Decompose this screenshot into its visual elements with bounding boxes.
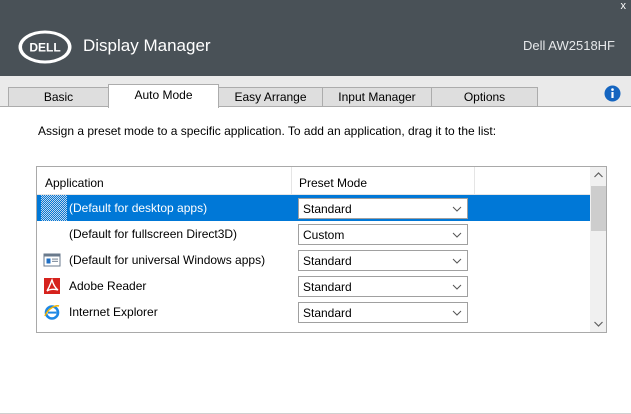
- column-header-application[interactable]: Application: [45, 176, 104, 190]
- tab-auto-mode[interactable]: Auto Mode: [108, 84, 219, 108]
- list-row-universal-windows-apps[interactable]: (Default for universal Windows apps) Sta…: [37, 247, 590, 273]
- desktop-apps-icon: [41, 195, 67, 221]
- preset-mode-dropdown[interactable]: Standard: [298, 276, 468, 297]
- list-scrollbar[interactable]: [590, 167, 607, 332]
- close-button[interactable]: x: [621, 1, 627, 12]
- chevron-down-icon: [452, 310, 462, 316]
- instructions-text: Assign a preset mode to a specific appli…: [38, 124, 497, 138]
- list-row-fullscreen-direct3d[interactable]: (Default for fullscreen Direct3D) Custom: [37, 221, 590, 247]
- internet-explorer-icon: [44, 305, 60, 320]
- preset-mode-dropdown[interactable]: Custom: [298, 224, 468, 245]
- preset-mode-value: Standard: [303, 254, 352, 268]
- row-application-label: Internet Explorer: [69, 305, 158, 319]
- application-list[interactable]: Application Preset Mode (Default for des…: [36, 166, 607, 333]
- list-header: Application Preset Mode: [37, 167, 590, 195]
- preset-mode-dropdown[interactable]: Standard: [298, 198, 468, 219]
- column-header-preset-mode[interactable]: Preset Mode: [299, 176, 367, 190]
- tab-baseline: [0, 106, 631, 107]
- row-application-label: (Default for universal Windows apps): [69, 253, 266, 267]
- chevron-down-icon: [452, 232, 462, 238]
- chevron-down-icon: [452, 258, 462, 264]
- adobe-reader-icon: [44, 278, 60, 294]
- dell-logo: DELL: [18, 30, 72, 64]
- list-row-desktop-apps[interactable]: (Default for desktop apps) Standard: [37, 195, 590, 221]
- row-application-label: Adobe Reader: [69, 279, 147, 293]
- tab-basic[interactable]: Basic: [8, 87, 109, 107]
- list-row-internet-explorer[interactable]: Internet Explorer Standard: [37, 299, 590, 325]
- preset-mode-value: Standard: [303, 306, 352, 320]
- preset-mode-dropdown[interactable]: Standard: [298, 250, 468, 271]
- tab-input-manager[interactable]: Input Manager: [322, 87, 432, 107]
- column-separator: [474, 167, 475, 195]
- scroll-up-arrow-icon[interactable]: [590, 167, 607, 184]
- universal-windows-apps-icon: [43, 253, 61, 267]
- chevron-down-icon: [452, 206, 462, 212]
- row-application-label: (Default for fullscreen Direct3D): [69, 227, 238, 241]
- row-application-label: (Default for desktop apps): [69, 201, 208, 215]
- preset-mode-value: Standard: [303, 202, 352, 216]
- tab-options[interactable]: Options: [431, 87, 538, 107]
- scroll-down-arrow-icon[interactable]: [590, 315, 607, 332]
- preset-mode-value: Standard: [303, 280, 352, 294]
- preset-mode-dropdown[interactable]: Standard: [298, 302, 468, 323]
- svg-text:DELL: DELL: [29, 41, 60, 55]
- monitor-name: Dell AW2518HF: [523, 38, 615, 53]
- title-bar: DELL Display Manager Dell AW2518HF x: [0, 0, 631, 76]
- tab-easy-arrange[interactable]: Easy Arrange: [218, 87, 323, 107]
- scroll-thumb[interactable]: [591, 186, 606, 231]
- column-separator: [291, 167, 292, 195]
- list-row-adobe-reader[interactable]: Adobe Reader Standard: [37, 273, 590, 299]
- chevron-down-icon: [452, 284, 462, 290]
- info-icon[interactable]: [604, 85, 621, 102]
- preset-mode-value: Custom: [303, 228, 345, 242]
- app-title: Display Manager: [83, 36, 211, 55]
